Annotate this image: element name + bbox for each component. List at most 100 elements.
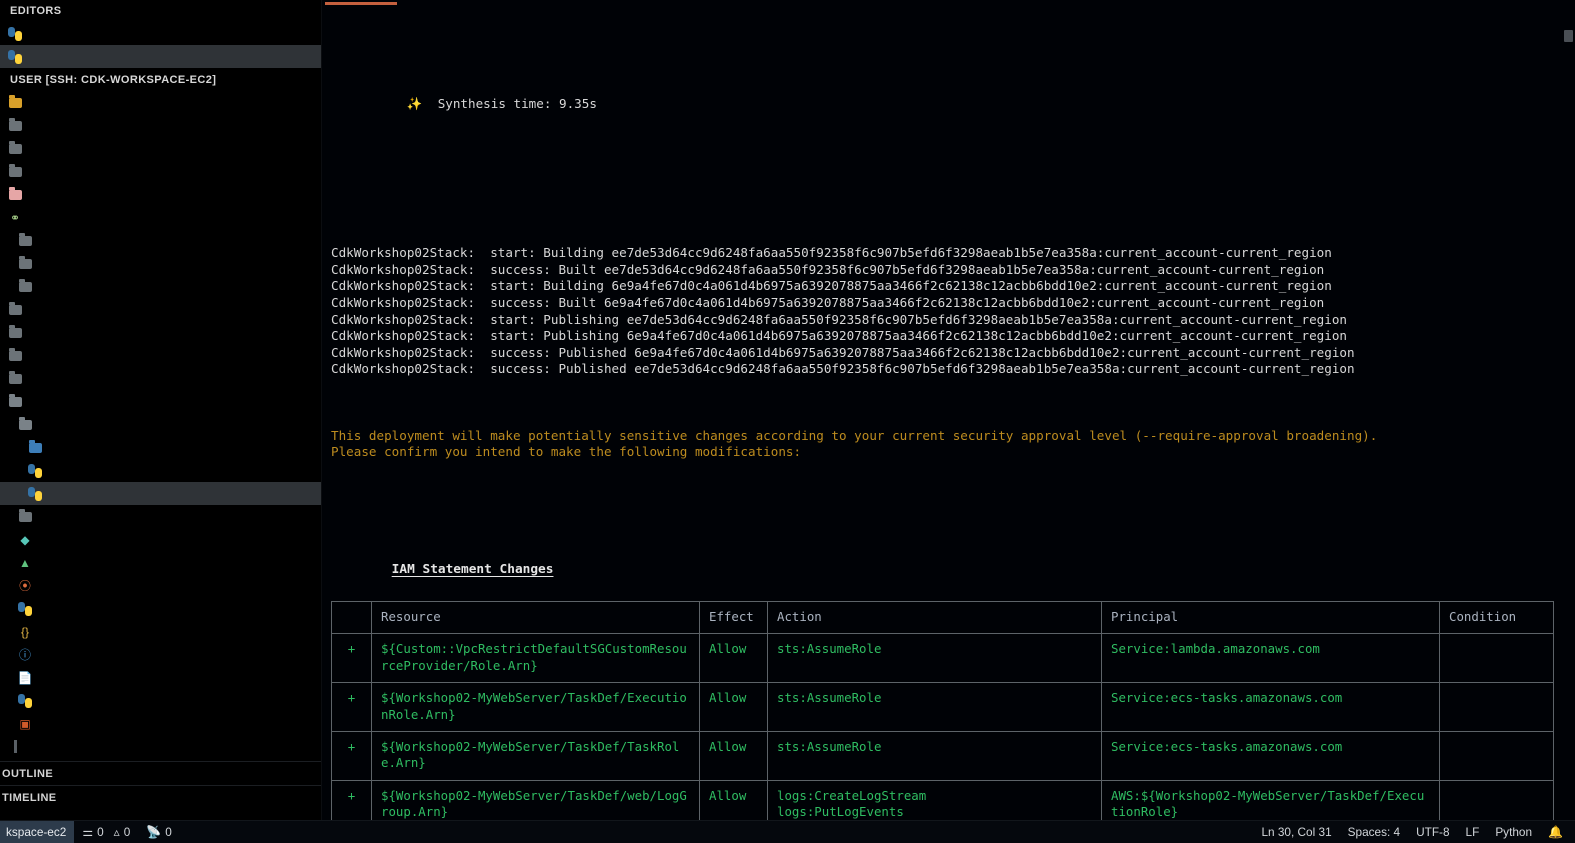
table-row: + ${Workshop02-MyWebServer/TaskDef/Execut… — [331, 682, 1554, 733]
folder-icon — [8, 347, 22, 361]
approval-warning-line: This deployment will make potentially se… — [331, 427, 1378, 443]
folder-icon-tests: ◆ — [16, 532, 34, 548]
file-tree-item[interactable] — [0, 597, 321, 620]
outline-panel-header[interactable]: OUTLINE — [0, 762, 321, 785]
file-tree-item[interactable]: ▲ — [0, 551, 321, 574]
file-tree-item[interactable] — [0, 137, 321, 160]
workbench-body: EDITORS USER [SSH: CDK-WORKSPACE-EC2] ⚭ ◆… — [0, 0, 1575, 820]
file-tree-item[interactable]: ▣ — [0, 712, 321, 735]
folder-icon-lib: ⚭ — [9, 210, 21, 225]
folder-icon — [8, 117, 22, 131]
file-tree-item[interactable] — [0, 229, 321, 252]
file-tree-item[interactable] — [0, 413, 321, 436]
folder-icon-tests: ◆ — [20, 532, 30, 547]
folder-icon-lib: ⚭ — [6, 210, 24, 226]
folder-icon — [6, 347, 24, 364]
folder-icon — [6, 163, 24, 180]
folder-icon-orange — [6, 94, 24, 111]
indentation-indicator[interactable]: Spaces: 4 — [1340, 821, 1408, 843]
file-tree-item[interactable] — [0, 390, 321, 413]
text-file-icon: 📄 — [17, 670, 33, 685]
timeline-panel-header[interactable]: TIMELINE — [0, 786, 321, 809]
vscode-window: EDITORS USER [SSH: CDK-WORKSPACE-EC2] ⚭ ◆… — [0, 0, 1575, 843]
warning-count: 0 — [123, 825, 131, 839]
open-editors-section-header[interactable]: EDITORS — [0, 0, 321, 22]
language-mode-label: Python — [1495, 825, 1533, 839]
explorer-section-header[interactable]: USER [SSH: CDK-WORKSPACE-EC2] — [0, 69, 321, 91]
problems-indicator[interactable]: ⚌ 0 ▵ 0 — [74, 821, 138, 843]
cursor-position-indicator[interactable]: Ln 30, Col 31 — [1253, 821, 1339, 843]
python-file-icon — [6, 49, 24, 65]
folder-icon-blue — [28, 439, 42, 453]
terminal-panel[interactable]: ✨ Synthesis time: 9.35s CdkWorkshop02Sta… — [322, 0, 1575, 820]
file-tree-item[interactable] — [0, 436, 321, 459]
file-tree-item[interactable] — [0, 275, 321, 298]
encoding-indicator[interactable]: UTF-8 — [1408, 821, 1457, 843]
file-tree-item[interactable] — [0, 735, 321, 758]
indentation-label: Spaces: 4 — [1347, 825, 1401, 839]
cell-condition — [1439, 682, 1554, 733]
file-tree-item[interactable] — [0, 160, 321, 183]
terminal-log-line: CdkWorkshop02Stack: success: Published 6… — [331, 344, 1355, 360]
file-tree-item[interactable] — [0, 689, 321, 712]
cell-principal: Service:lambda.amazonaws.com — [1101, 633, 1440, 684]
approval-warning-lines: This deployment will make potentially se… — [331, 428, 1567, 461]
file-tree-item[interactable] — [0, 114, 321, 137]
python-file-icon — [26, 486, 44, 502]
folder-open-icon — [18, 416, 32, 430]
open-editor-item[interactable] — [0, 22, 321, 45]
terminal-log-line: CdkWorkshop02Stack: start: Building 6e9a… — [331, 278, 1332, 294]
git-icon: ⦿ — [18, 578, 31, 593]
terminal-scrollbar-thumb[interactable] — [1564, 30, 1573, 42]
file-tree-item[interactable] — [0, 344, 321, 367]
eol-indicator[interactable]: LF — [1458, 821, 1488, 843]
file-tree-item[interactable]: ⚭ — [0, 206, 321, 229]
folder-icon-pink — [8, 186, 22, 200]
cell-principal: Service:ecs-tasks.amazonaws.com — [1101, 682, 1440, 733]
file-tree-item[interactable] — [0, 183, 321, 206]
cell-resource: ${Custom::VpcRestrictDefaultSGCustomReso… — [371, 633, 700, 684]
table-row: + ${Workshop02-MyWebServer/TaskDef/TaskRo… — [331, 731, 1554, 781]
remote-host-label: kspace-ec2 — [6, 825, 67, 839]
python-file-icon — [6, 26, 24, 42]
file-tree-item[interactable] — [0, 367, 321, 390]
file-tree-item[interactable] — [0, 321, 321, 344]
folder-icon — [8, 301, 22, 315]
synthesis-time-text: Synthesis time: 9.35s — [437, 96, 597, 112]
file-tree-item[interactable] — [0, 252, 321, 275]
open-editors-header-label: EDITORS — [10, 5, 62, 17]
cell-effect: Allow — [699, 633, 768, 684]
table-row: + ${Custom::VpcRestrictDefaultSGCustomRes… — [331, 633, 1554, 684]
file-tree-item[interactable]: {} — [0, 620, 321, 643]
folder-icon — [6, 301, 24, 318]
git-icon: ⦿ — [16, 578, 34, 594]
radio-tower-icon: 📡 — [146, 825, 162, 839]
column-header: Effect — [699, 600, 768, 635]
cell-principal: Service:ecs-tasks.amazonaws.com — [1101, 731, 1440, 781]
terminal-output: ✨ Synthesis time: 9.35s CdkWorkshop02Sta… — [331, 0, 1567, 820]
file-tree-item[interactable] — [0, 459, 321, 482]
file-tree-item[interactable] — [0, 91, 321, 114]
active-tab-indicator — [325, 2, 397, 5]
file-tree-item[interactable] — [0, 298, 321, 321]
file-tree-item[interactable]: ⦿ — [0, 574, 321, 597]
python-file-icon — [28, 463, 42, 478]
explorer-sidebar[interactable]: EDITORS USER [SSH: CDK-WORKSPACE-EC2] ⚭ ◆… — [0, 0, 322, 820]
table-header-row: Resource Effect Action Principal Condition — [331, 600, 1554, 635]
file-tree-item[interactable]: ⓘ — [0, 643, 321, 666]
file-icon — [13, 740, 17, 753]
file-tree-item[interactable] — [0, 505, 321, 528]
open-editor-item[interactable] — [0, 45, 321, 68]
warning-icon: ▵ — [113, 825, 120, 839]
file-tree-item[interactable] — [0, 482, 321, 505]
notifications-bell[interactable]: 🔔 — [1540, 821, 1575, 843]
column-header: Action — [767, 600, 1102, 635]
change-marker: + — [331, 731, 372, 781]
markdown-icon: ⓘ — [18, 647, 31, 662]
file-tree-item[interactable]: ◆ — [0, 528, 321, 551]
ports-indicator[interactable]: 📡 0 — [138, 821, 180, 843]
file-tree-item[interactable]: 📄 — [0, 666, 321, 689]
language-mode-indicator[interactable]: Python — [1487, 821, 1540, 843]
python-file-icon — [26, 463, 44, 479]
remote-host-indicator[interactable]: kspace-ec2 — [0, 820, 75, 843]
